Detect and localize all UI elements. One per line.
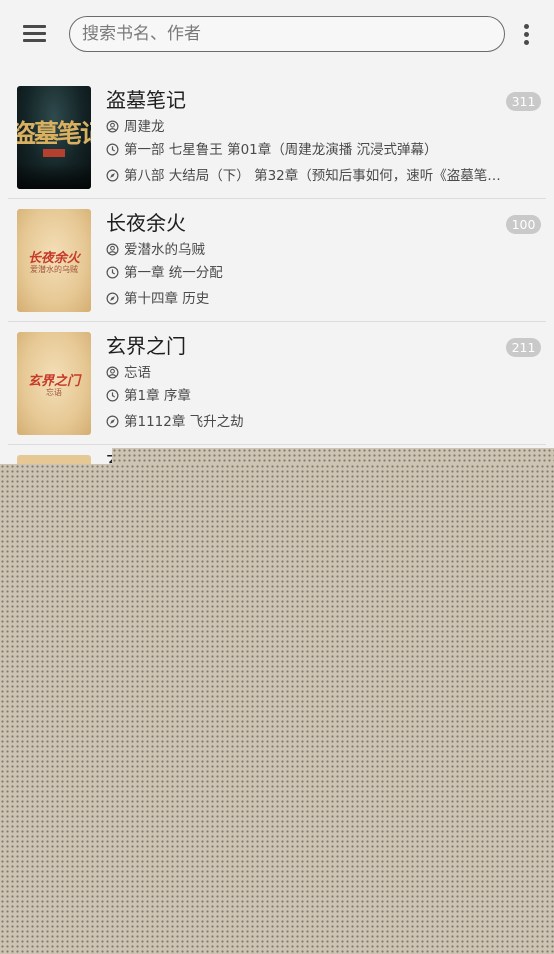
unread-count-badge: 211 <box>506 338 541 357</box>
cover-shadow <box>17 164 91 189</box>
compass-icon <box>106 169 119 182</box>
user-circle-icon <box>106 120 119 133</box>
current-chapter-line: 第一章 统一分配 <box>106 261 501 281</box>
book-title: 长夜余火 <box>106 211 186 235</box>
book-cover: 长夜余火 爱潜水的乌贼 <box>17 209 91 312</box>
unread-count-badge: 100 <box>506 215 541 234</box>
book-author-line: 忘语 <box>106 361 501 381</box>
bookshelf-list: 盗墓笔记 盗墓笔记 周建龙 第一部 七星鲁王 第01章（周建龙演播 沉浸式弹幕）… <box>0 76 554 464</box>
book-title: 盗墓笔记 <box>106 88 186 112</box>
cover-author-art: 忘语 <box>46 388 62 397</box>
current-chapter-line: 第1章 序章 <box>106 384 501 404</box>
latest-chapter-line: 第十四章 历史 <box>106 287 501 307</box>
clock-icon <box>106 143 119 156</box>
book-author: 忘语 <box>124 365 151 381</box>
unread-count-badge: 311 <box>506 92 541 111</box>
cover-author-art: 爱潜水的乌贼 <box>30 265 78 274</box>
clock-icon <box>106 389 119 402</box>
latest-chapter: 第十四章 历史 <box>124 291 210 307</box>
compass-icon <box>106 292 119 305</box>
book-author-line: 爱潜水的乌贼 <box>106 238 501 258</box>
clock-icon <box>106 266 119 279</box>
book-item[interactable]: 盗墓笔记 盗墓笔记 周建龙 第一部 七星鲁王 第01章（周建龙演播 沉浸式弹幕）… <box>0 76 554 199</box>
current-chapter: 第一部 七星鲁王 第01章（周建龙演播 沉浸式弹幕） <box>124 142 438 158</box>
latest-chapter-line: 第八部 大结局（下） 第32章（预知后事如何，速听《盗墓笔记》 <box>106 164 501 184</box>
latest-chapter-line: 第1112章 飞升之劫 <box>106 410 501 430</box>
book-author: 爱潜水的乌贼 <box>124 242 205 258</box>
book-title: 玄界之门 <box>106 334 186 358</box>
loading-overlay <box>0 464 554 954</box>
compass-icon <box>106 415 119 428</box>
book-author-line: 周建龙 <box>106 115 501 135</box>
book-cover: 盗墓笔记 <box>17 86 91 189</box>
loading-overlay-edge <box>112 448 554 465</box>
user-circle-icon <box>106 366 119 379</box>
latest-chapter: 第八部 大结局（下） 第32章（预知后事如何，速听《盗墓笔记》 <box>124 168 501 184</box>
cover-seal <box>43 149 65 157</box>
cover-title-art: 盗墓笔记 <box>17 119 91 148</box>
search-input[interactable] <box>82 17 492 50</box>
book-author: 周建龙 <box>124 119 165 135</box>
book-cover: 玄界之门 忘语 <box>17 332 91 435</box>
search-box[interactable] <box>69 16 505 52</box>
current-chapter: 第一章 统一分配 <box>124 265 223 281</box>
hamburger-menu-icon[interactable] <box>20 22 50 46</box>
latest-chapter: 第1112章 飞升之劫 <box>124 414 244 430</box>
book-cover-partial <box>17 455 91 464</box>
current-chapter-line: 第一部 七星鲁王 第01章（周建龙演播 沉浸式弹幕） <box>106 138 501 158</box>
user-circle-icon <box>106 243 119 256</box>
book-item[interactable]: 长夜余火 爱潜水的乌贼 长夜余火 爱潜水的乌贼 第一章 统一分配 第十四章 历史… <box>0 199 554 322</box>
list-divider <box>8 444 546 445</box>
current-chapter: 第1章 序章 <box>124 388 191 404</box>
top-toolbar <box>0 0 554 68</box>
more-vertical-icon[interactable] <box>518 22 536 48</box>
book-item[interactable]: 玄界之门 忘语 玄界之门 忘语 第1章 序章 第1112章 飞升之劫 211 <box>0 322 554 445</box>
